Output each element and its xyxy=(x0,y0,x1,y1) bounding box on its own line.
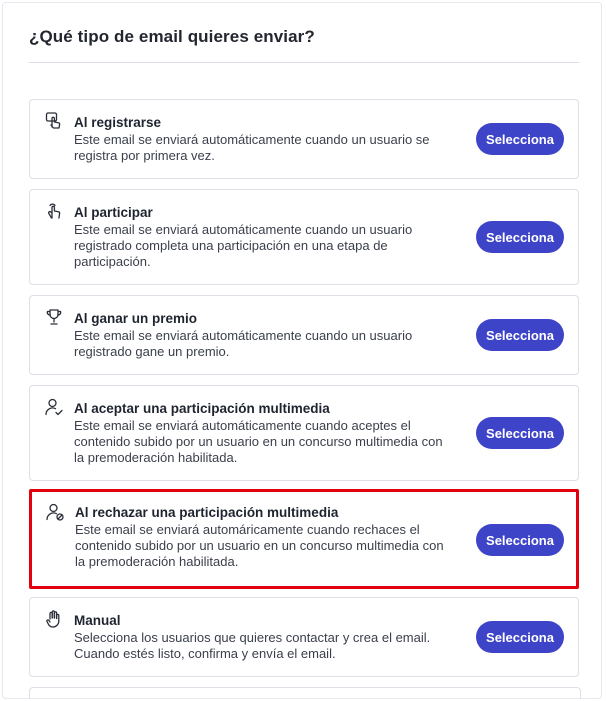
select-button-reject-media[interactable]: Selecciona xyxy=(476,524,564,556)
option-title: Al rechazar una participación multimedia xyxy=(75,505,339,520)
select-button-register[interactable]: Selecciona xyxy=(476,123,564,155)
option-card-participate: Al participar Este email se enviará auto… xyxy=(29,189,579,285)
option-card-manual: Manual Selecciona los usuarios que quier… xyxy=(29,597,579,677)
user-check-icon xyxy=(44,397,64,417)
hand-pointer-icon xyxy=(44,111,64,131)
hand-raise-icon xyxy=(44,609,64,629)
option-description: Este email se enviará automáticamente cu… xyxy=(74,222,413,269)
trophy-icon xyxy=(44,307,64,327)
email-type-panel: ¿Qué tipo de email quieres enviar? Al re… xyxy=(2,2,602,699)
option-title: Al ganar un premio xyxy=(74,311,198,326)
select-button-participate[interactable]: Selecciona xyxy=(476,221,564,253)
option-title: Manual xyxy=(74,613,121,628)
option-description: Este email se enviará automáticamente cu… xyxy=(74,418,443,465)
option-description: Este email se enviará automáricamente cu… xyxy=(75,522,444,569)
option-title: Al participar xyxy=(74,205,153,220)
option-card-accept-media: Al aceptar una participación multimedia … xyxy=(29,385,579,481)
option-description: Este email se enviará automáticamente cu… xyxy=(74,328,413,359)
page-title: ¿Qué tipo de email quieres enviar? xyxy=(29,27,315,46)
hand-tap-icon xyxy=(44,201,64,221)
option-description: Selecciona los usuarios que quieres cont… xyxy=(74,630,431,661)
divider xyxy=(29,62,579,63)
select-button-accept-media[interactable]: Selecciona xyxy=(476,417,564,449)
option-description: Este email se enviará automáticamente cu… xyxy=(74,132,430,163)
select-button-prize[interactable]: Selecciona xyxy=(476,319,564,351)
option-card-partial xyxy=(29,687,581,698)
option-card-reject-media: Al rechazar una participación multimedia… xyxy=(29,489,579,589)
option-title: Al registrarse xyxy=(74,115,162,130)
option-title: Al aceptar una participación multimedia xyxy=(74,401,330,416)
option-card-register: Al registrarse Este email se enviará aut… xyxy=(29,99,579,179)
user-reject-icon xyxy=(45,502,65,522)
select-button-manual[interactable]: Selecciona xyxy=(476,621,564,653)
option-card-prize: Al ganar un premio Este email se enviará… xyxy=(29,295,579,375)
